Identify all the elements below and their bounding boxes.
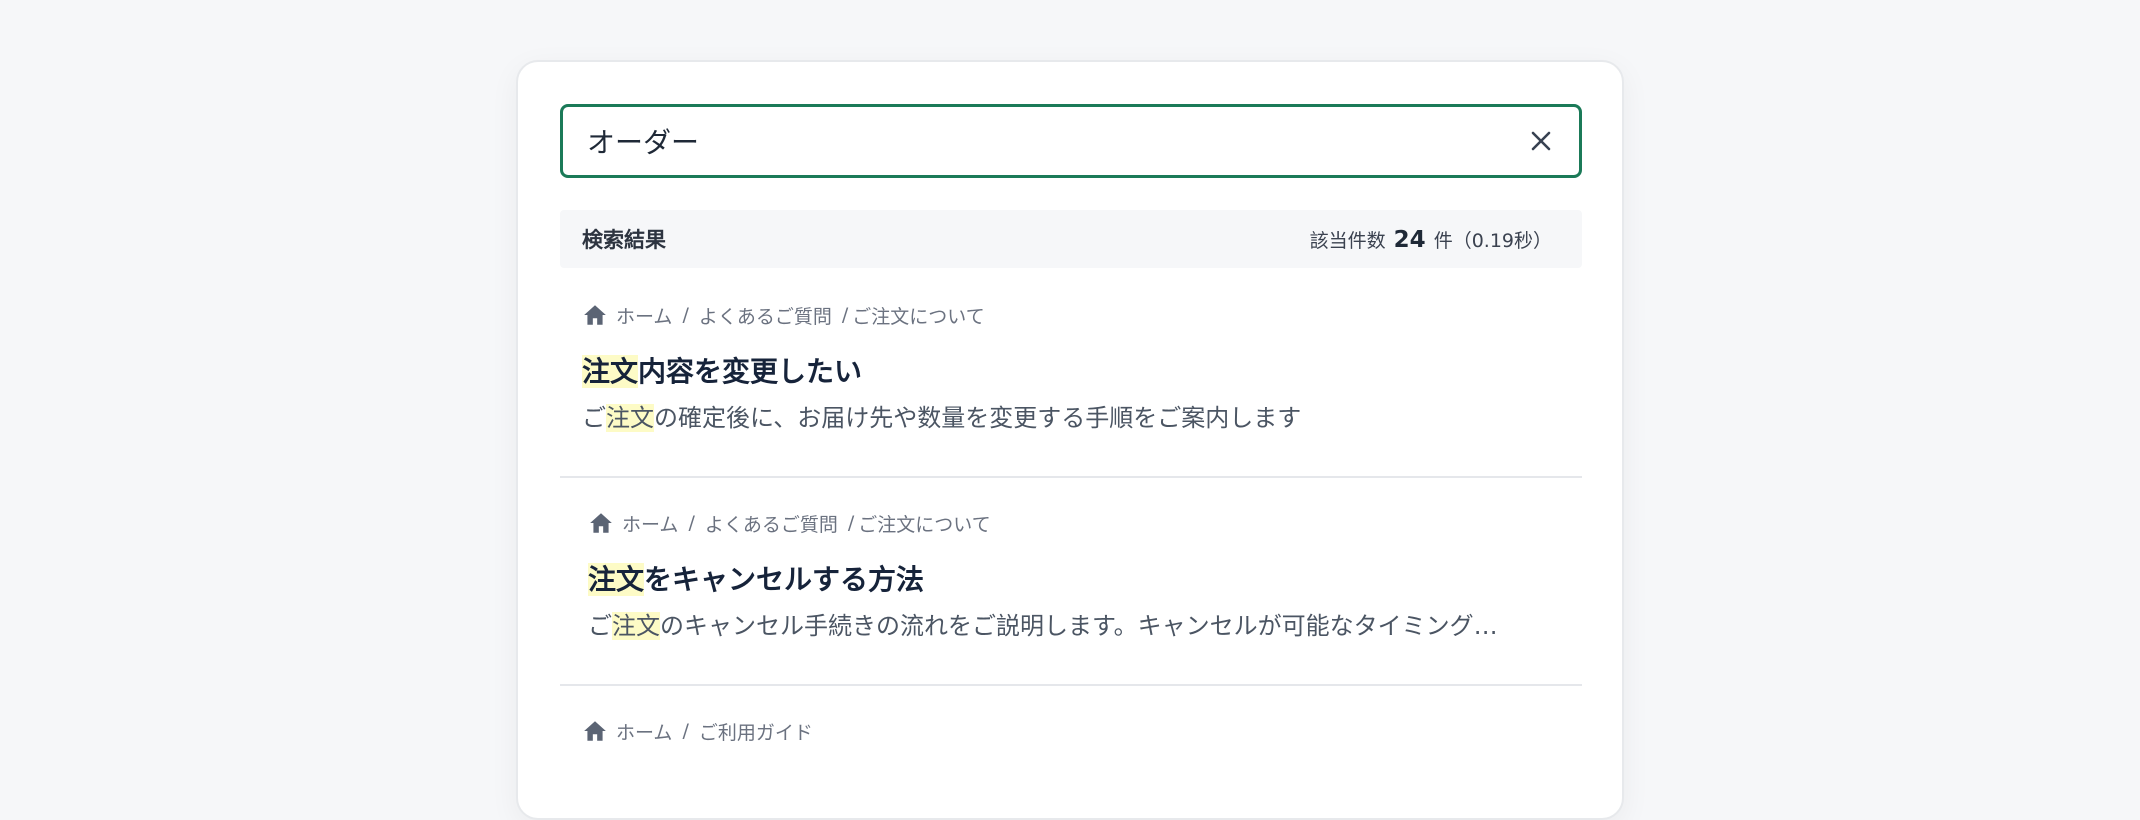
search-result-item[interactable]: ホーム / ご利用ガイド: [560, 716, 1582, 776]
results-count-label: 該当件数: [1309, 229, 1386, 252]
breadcrumb-item[interactable]: よくあるご質問: [699, 302, 832, 329]
results-header: 検索結果 該当件数 24 件（0.19秒）: [560, 210, 1582, 268]
close-icon: [1531, 131, 1551, 151]
breadcrumb-item[interactable]: ホーム: [622, 510, 678, 537]
breadcrumb: ホーム / よくあるご質問 / ご注文について: [582, 300, 1582, 330]
results-count-number: 24: [1393, 226, 1426, 253]
result-title-link[interactable]: 注文内容を変更したい: [582, 352, 1582, 392]
keyword-highlight: 注文: [582, 355, 639, 388]
home-icon: [590, 513, 612, 533]
search-input[interactable]: [587, 124, 1521, 158]
result-description: ご注文の確定後に、お届け先や数量を変更する手順をご案内します: [582, 404, 1302, 432]
keyword-highlight: 注文: [612, 612, 660, 640]
breadcrumb-item[interactable]: ご利用ガイド: [699, 718, 813, 745]
result-description: ご注文のキャンセル手続きの流れをご説明します。キャンセルが可能なタイミング…: [588, 612, 1498, 640]
breadcrumb-item[interactable]: ご注文について: [858, 510, 990, 537]
home-icon: [584, 721, 606, 741]
result-title-text: 内容を変更したい: [638, 355, 863, 388]
search-result-item[interactable]: ホーム / よくあるご質問 / ご注文について 注文内容を変更したい ご注文の確…: [560, 300, 1582, 478]
search-panel: 検索結果 該当件数 24 件（0.19秒） ホーム / よくあるご質問 / ご注…: [516, 60, 1624, 820]
search-result-item[interactable]: ホーム / よくあるご質問 / ご注文について 注文をキャンセルする方法 ご注文…: [560, 508, 1582, 686]
breadcrumb-item[interactable]: ご注文について: [852, 302, 984, 329]
results-count-suffix: 件（0.19秒）: [1433, 229, 1552, 252]
result-title-link[interactable]: 注文をキャンセルする方法: [588, 560, 1582, 600]
clear-search-button[interactable]: [1521, 121, 1561, 161]
home-icon: [584, 305, 606, 325]
breadcrumb-item[interactable]: ホーム: [616, 302, 672, 329]
breadcrumb: ホーム / ご利用ガイド: [582, 716, 1582, 746]
search-box[interactable]: [560, 104, 1582, 178]
breadcrumb-item[interactable]: よくあるご質問: [705, 510, 838, 537]
results-count: 該当件数 24 件（0.19秒）: [1310, 226, 1552, 253]
results-title: 検索結果: [582, 228, 666, 252]
keyword-highlight: 注文: [606, 404, 654, 432]
keyword-highlight: 注文: [588, 563, 645, 596]
result-title-text: をキャンセルする方法: [644, 563, 925, 596]
breadcrumb: ホーム / よくあるご質問 / ご注文について: [588, 508, 1582, 538]
breadcrumb-item[interactable]: ホーム: [616, 718, 672, 745]
